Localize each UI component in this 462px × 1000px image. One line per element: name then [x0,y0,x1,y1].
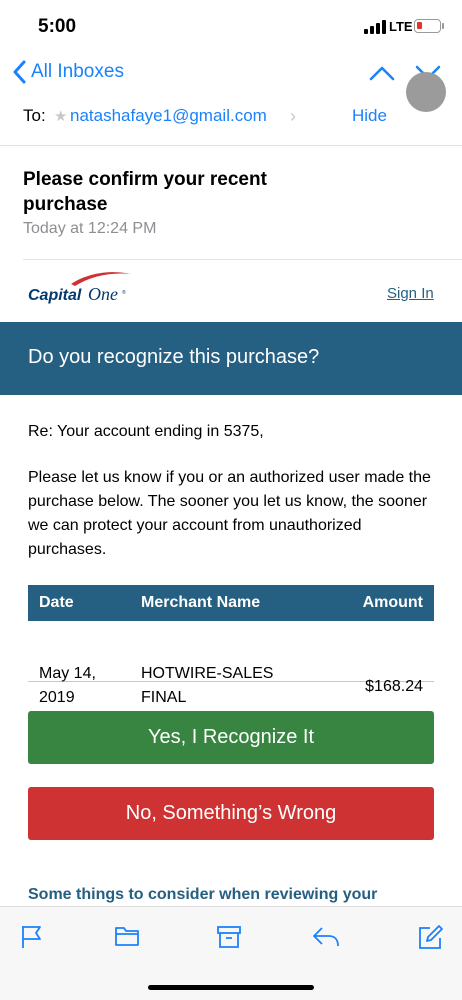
network-label: LTE [389,19,413,34]
sign-in-link[interactable]: Sign In [387,285,434,302]
nav-bar: All Inboxes [0,50,462,98]
consider-heading: Some things to consider when reviewing y… [28,886,378,903]
recognize-button[interactable]: Yes, I Recognize It [28,711,434,764]
cell-merchant-line1: HOTWIRE-SALES [141,665,274,682]
banner: Do you recognize this purchase? [0,322,462,395]
body-paragraph: Please let us know if you or an authoriz… [28,469,431,558]
status-bar: 5:00 LTE [0,0,462,50]
capital-one-logo: Capital One ® [28,272,131,304]
chevron-left-icon [13,60,26,84]
previous-message-icon[interactable] [369,64,395,82]
home-indicator [148,985,314,990]
recipient-email[interactable]: natashafaye1@gmail.com [70,106,267,126]
reply-icon[interactable] [311,924,341,950]
cell-merchant-line2: FINAL [141,689,187,706]
email-subject: Please confirm your recent purchase [23,169,267,215]
svg-text:Capital: Capital [28,287,82,304]
chevron-right-icon: › [290,106,296,126]
column-header-merchant: Merchant Name [141,594,261,611]
back-button[interactable]: All Inboxes [12,60,124,84]
svg-text:®: ® [122,289,126,296]
purchase-table: Date Merchant Name Amount May 14, 2019 H… [28,585,434,706]
cell-amount: $168.24 [365,678,423,695]
cell-date-line2: 2019 [39,689,75,706]
compose-icon[interactable] [416,924,444,952]
folder-icon[interactable] [114,924,140,948]
banner-title: Do you recognize this purchase? [28,346,320,368]
table-header: Date Merchant Name Amount [28,585,434,621]
svg-text:One: One [88,284,118,304]
star-icon: ★ [54,108,68,125]
header-divider [23,259,462,260]
battery-tip [442,23,444,29]
account-line: Re: Your account ending in 5375, [28,423,264,440]
flag-icon[interactable] [20,924,44,950]
email-timestamp: Today at 12:24 PM [23,220,157,237]
cell-date-line1: May 14, [39,665,96,682]
back-label: All Inboxes [31,61,124,82]
battery-icon [414,19,441,33]
to-label: To: [23,106,46,125]
something-wrong-button[interactable]: No, Something’s Wrong [28,787,434,840]
table-row: May 14, 2019 HOTWIRE-SALES FINAL $168.24 [28,621,434,706]
recipient-row: To: ★ natashafaye1@gmail.com › Hide [0,98,462,146]
signal-icon [364,20,386,34]
column-header-amount: Amount [362,594,423,611]
hide-button[interactable]: Hide [352,106,387,126]
column-header-date: Date [39,594,74,611]
status-time: 5:00 [38,16,77,37]
archive-icon[interactable] [216,924,242,950]
